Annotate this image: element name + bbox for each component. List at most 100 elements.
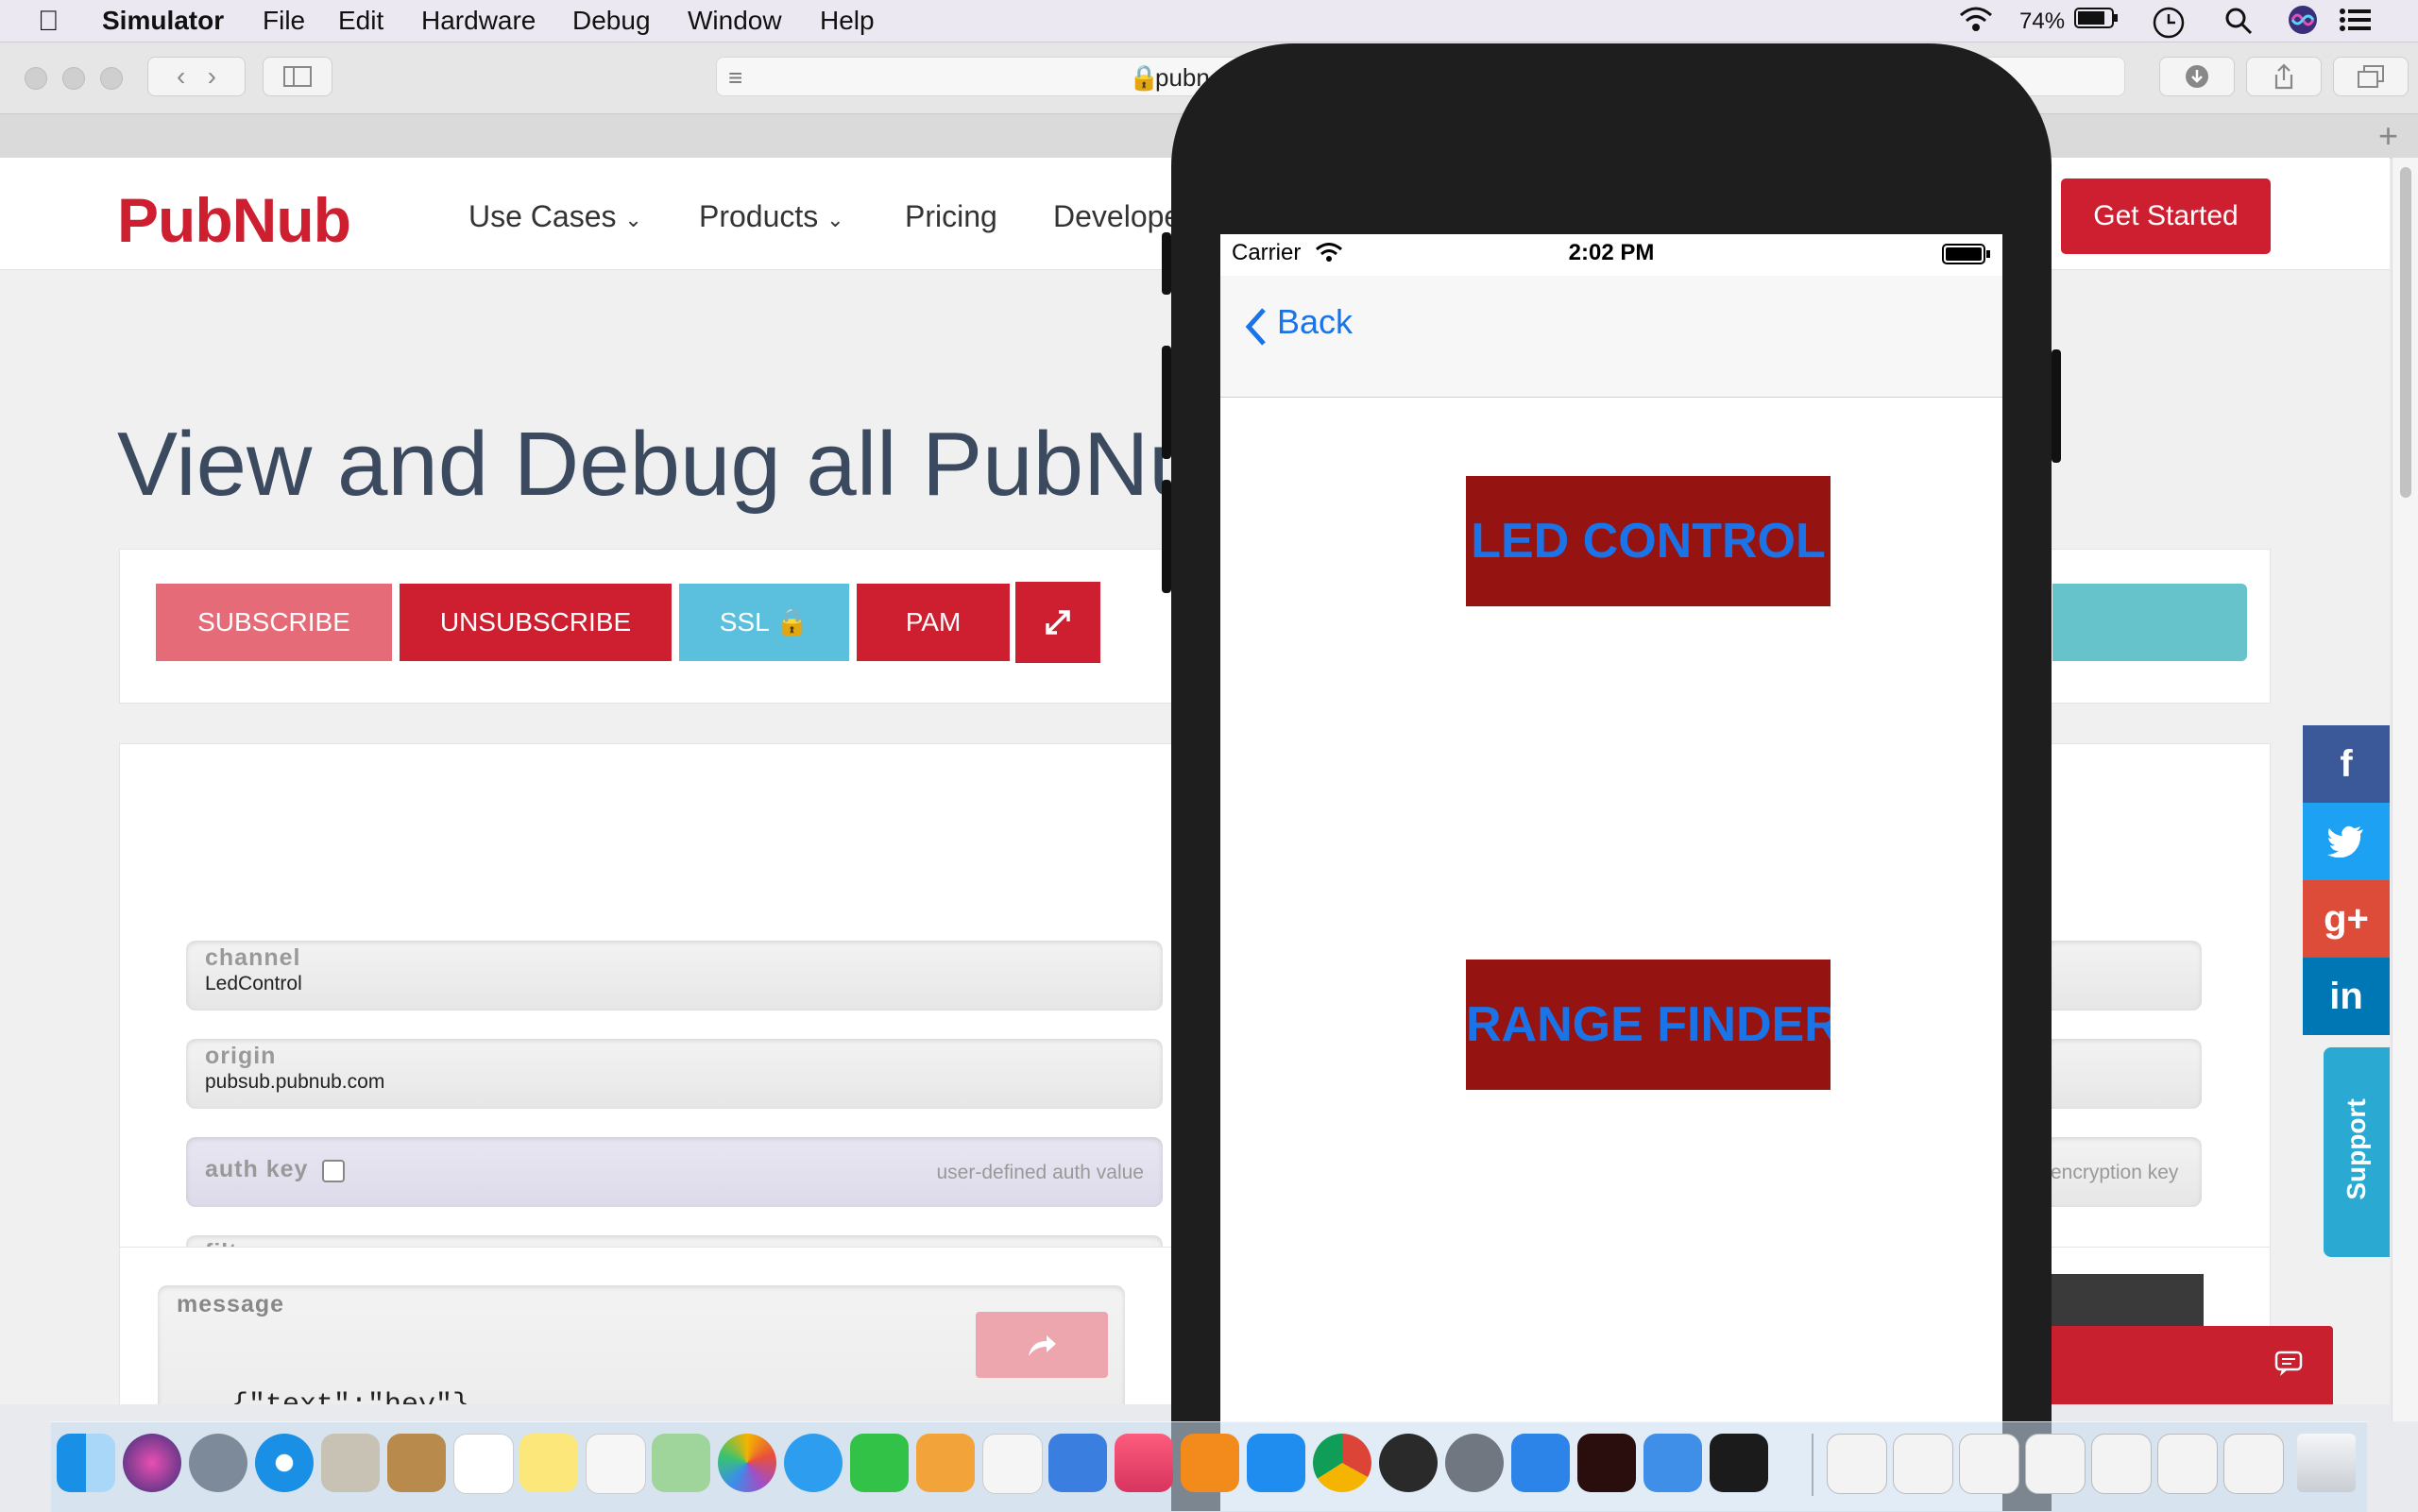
terminal-icon[interactable] bbox=[1710, 1434, 1768, 1492]
nav-developers[interactable]: Develope bbox=[1053, 199, 1181, 234]
minimized-window-6[interactable] bbox=[2157, 1434, 2218, 1494]
ios-navigation-bar: Back bbox=[1220, 276, 2002, 398]
chrome-icon[interactable] bbox=[1313, 1434, 1371, 1492]
simulator-icon[interactable] bbox=[1643, 1434, 1702, 1492]
menu-debug[interactable]: Debug bbox=[572, 6, 651, 36]
photos-icon[interactable] bbox=[718, 1434, 776, 1492]
encryption-key-placeholder: encryption key bbox=[2051, 1162, 2179, 1183]
finder-icon[interactable] bbox=[57, 1434, 115, 1492]
facebook-icon[interactable]: f bbox=[2303, 725, 2390, 803]
mail-icon[interactable] bbox=[321, 1434, 380, 1492]
pages-icon[interactable] bbox=[916, 1434, 975, 1492]
range-finder-button[interactable]: RANGE FINDER bbox=[1466, 960, 1831, 1090]
notes-icon[interactable] bbox=[519, 1434, 578, 1492]
tabs-overview-button[interactable] bbox=[2333, 57, 2409, 96]
back-arrow-icon[interactable]: ‹ bbox=[177, 61, 185, 91]
xcode-icon[interactable] bbox=[1511, 1434, 1570, 1492]
window-close-button[interactable] bbox=[25, 67, 47, 90]
time-machine-icon[interactable] bbox=[2152, 6, 2186, 46]
support-label: Support bbox=[2341, 1098, 2371, 1200]
downloads-button[interactable] bbox=[2159, 57, 2235, 96]
unsubscribe-button[interactable]: UNSUBSCRIBE bbox=[400, 584, 672, 661]
send-message-button[interactable] bbox=[976, 1312, 1108, 1378]
spotlight-search-icon[interactable] bbox=[2223, 6, 2254, 42]
minimized-window-3[interactable] bbox=[1959, 1434, 2019, 1494]
scrollbar-thumb[interactable] bbox=[2400, 167, 2411, 498]
numbers-icon[interactable] bbox=[982, 1434, 1043, 1494]
channel-label: channel bbox=[205, 944, 301, 971]
apple-icon[interactable]:  bbox=[38, 6, 60, 38]
page-headline: View and Debug all PubNu bbox=[117, 414, 1200, 515]
ibooks-icon[interactable] bbox=[1181, 1434, 1239, 1492]
reminders-icon[interactable] bbox=[586, 1434, 646, 1494]
menu-bar:  Simulator File Edit Hardware Debug Win… bbox=[0, 0, 2418, 42]
new-tab-plus-icon[interactable]: + bbox=[2378, 116, 2398, 156]
linkedin-icon[interactable]: in bbox=[2303, 958, 2390, 1035]
siri-icon[interactable] bbox=[2288, 5, 2318, 42]
chat-bar[interactable] bbox=[2048, 1326, 2333, 1404]
twitter-icon[interactable] bbox=[2303, 803, 2390, 880]
sidebar-toggle-button[interactable] bbox=[263, 57, 332, 96]
safari-icon[interactable] bbox=[255, 1434, 314, 1492]
page-scrollbar[interactable] bbox=[2392, 158, 2418, 1421]
maps-icon[interactable] bbox=[652, 1434, 710, 1492]
pam-button[interactable]: PAM bbox=[857, 584, 1010, 661]
subscribe-button[interactable]: SUBSCRIBE bbox=[156, 584, 392, 661]
quicktime-icon[interactable] bbox=[1379, 1434, 1438, 1492]
right-field-2[interactable] bbox=[2049, 1039, 2202, 1109]
menu-file[interactable]: File bbox=[263, 6, 305, 36]
calendar-icon[interactable] bbox=[453, 1434, 514, 1494]
google-plus-icon[interactable]: g+ bbox=[2303, 880, 2390, 958]
launchpad-icon[interactable] bbox=[189, 1434, 247, 1492]
system-preferences-icon[interactable] bbox=[1445, 1434, 1504, 1492]
minimized-window-7[interactable] bbox=[2223, 1434, 2284, 1494]
nav-use-cases[interactable]: Use Cases ⌄ bbox=[468, 199, 642, 234]
origin-label: origin bbox=[205, 1043, 277, 1069]
support-tab[interactable]: Support bbox=[2324, 1047, 2390, 1257]
pubnub-console-icon[interactable] bbox=[1577, 1434, 1636, 1492]
menu-hardware[interactable]: Hardware bbox=[421, 6, 536, 36]
power-button bbox=[2052, 349, 2061, 463]
auth-key-field[interactable]: auth key user-defined auth value bbox=[186, 1137, 1163, 1207]
wifi-icon[interactable] bbox=[1957, 6, 1995, 41]
channel-field[interactable]: channel LedControl bbox=[186, 941, 1163, 1011]
window-zoom-button[interactable] bbox=[100, 67, 123, 90]
menu-window[interactable]: Window bbox=[688, 6, 782, 36]
expand-icon[interactable] bbox=[1015, 582, 1100, 663]
menu-edit[interactable]: Edit bbox=[338, 6, 383, 36]
led-control-button[interactable]: LED CONTROL bbox=[1466, 476, 1831, 606]
notification-center-icon[interactable] bbox=[2339, 6, 2373, 41]
right-action-button[interactable] bbox=[2052, 584, 2247, 661]
trash-icon[interactable] bbox=[2297, 1434, 2356, 1492]
right-field-1[interactable] bbox=[2049, 941, 2202, 1011]
minimized-window-1[interactable] bbox=[1827, 1434, 1887, 1494]
minimized-window-4[interactable] bbox=[2025, 1434, 2086, 1494]
minimized-window-2[interactable] bbox=[1893, 1434, 1953, 1494]
message-field[interactable]: message {"text":"hey"} bbox=[158, 1285, 1125, 1404]
menu-app-name[interactable]: Simulator bbox=[102, 6, 224, 36]
nav-pricing[interactable]: Pricing bbox=[905, 199, 997, 234]
share-button[interactable] bbox=[2246, 57, 2322, 96]
volume-down-button bbox=[1162, 480, 1171, 593]
encryption-key-field[interactable]: encryption key bbox=[2049, 1137, 2202, 1207]
window-minimize-button[interactable] bbox=[62, 67, 85, 90]
app-store-icon[interactable] bbox=[1247, 1434, 1305, 1492]
nav-products[interactable]: Products ⌄ bbox=[699, 199, 844, 234]
get-started-button[interactable]: Get Started bbox=[2061, 178, 2271, 254]
pubnub-logo[interactable]: PubNub bbox=[117, 184, 351, 256]
forward-arrow-icon[interactable]: › bbox=[208, 61, 216, 91]
keynote-icon[interactable] bbox=[1048, 1434, 1107, 1492]
origin-field[interactable]: origin pubsub.pubnub.com bbox=[186, 1039, 1163, 1109]
battery-icon[interactable] bbox=[2074, 6, 2120, 37]
minimized-window-5[interactable] bbox=[2091, 1434, 2152, 1494]
auth-key-checkbox[interactable] bbox=[322, 1160, 345, 1182]
back-forward-buttons[interactable]: ‹ › bbox=[147, 57, 246, 96]
menu-help[interactable]: Help bbox=[820, 6, 875, 36]
contacts-icon[interactable] bbox=[387, 1434, 446, 1492]
ssl-button[interactable]: SSL 🔒 bbox=[679, 584, 849, 661]
facetime-icon[interactable] bbox=[850, 1434, 909, 1492]
messages-icon[interactable] bbox=[784, 1434, 843, 1492]
siri-icon[interactable] bbox=[123, 1434, 181, 1492]
reader-icon[interactable]: ≡ bbox=[728, 63, 742, 93]
itunes-icon[interactable] bbox=[1115, 1434, 1173, 1492]
